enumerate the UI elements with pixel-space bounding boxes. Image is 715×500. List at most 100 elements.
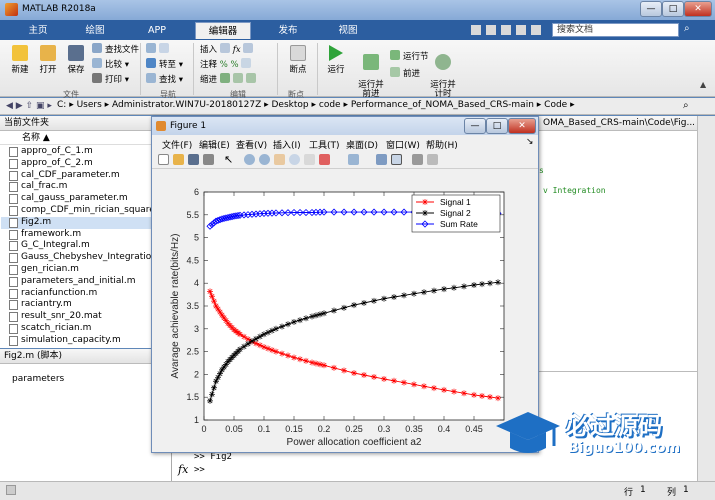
file-list-item[interactable]: Gauss_Chebyshev_Integration.m <box>1 252 171 264</box>
open-file-icon[interactable] <box>173 154 184 165</box>
menu-window[interactable]: 窗口(W) <box>386 138 420 151</box>
close-button[interactable]: ✕ <box>684 1 712 17</box>
menu-arrow-icon[interactable]: ↘ <box>526 137 534 147</box>
data-point <box>422 199 428 205</box>
search-documentation-input[interactable]: 搜索文档 <box>552 23 679 37</box>
minimize-button[interactable]: — <box>640 1 662 17</box>
file-list-item[interactable]: racianfunction.m <box>1 288 171 300</box>
file-list-item[interactable]: comp_CDF_min_rician_square.m <box>1 205 171 217</box>
up-folder-icon[interactable]: ⇧ <box>26 101 34 111</box>
insert-button[interactable]: 插入 fx <box>200 43 256 55</box>
print-button[interactable]: 打印 ▾ <box>92 73 129 85</box>
compare-button[interactable]: 比较 ▾ <box>92 58 129 70</box>
figure-maximize-button[interactable]: □ <box>486 118 508 134</box>
print-figure-icon[interactable] <box>203 154 214 165</box>
save-figure-icon[interactable] <box>188 154 199 165</box>
file-list-item[interactable]: cal_CDF_parameter.m <box>1 170 171 182</box>
fx-icon[interactable]: fx <box>233 45 241 55</box>
file-list-item[interactable]: cal_frac.m <box>1 181 171 193</box>
show-plot-tools-icon[interactable] <box>427 154 438 165</box>
cut-quick-icon[interactable] <box>485 25 496 35</box>
file-list-item[interactable]: Fig2.m <box>1 216 171 229</box>
run-button[interactable]: 运行 <box>322 45 350 75</box>
tab-editor[interactable]: 编辑器 <box>195 22 251 39</box>
path-segment[interactable]: code <box>319 100 341 110</box>
zoom-out-icon[interactable] <box>259 154 270 165</box>
brush-icon[interactable] <box>319 154 330 165</box>
undo-quick-icon[interactable] <box>530 25 541 35</box>
file-list-item[interactable]: parameters_and_initial.m <box>1 276 171 288</box>
data-cursor-icon[interactable] <box>304 154 315 165</box>
menu-file[interactable]: 文件(F) <box>162 138 192 151</box>
file-list-item[interactable]: framework.m <box>1 229 171 241</box>
tab-plots[interactable]: 绘图 <box>75 22 115 39</box>
zoom-in-icon[interactable] <box>244 154 255 165</box>
path-segment[interactable]: Performance_of_NOMA_Based_CRS-main <box>351 100 534 110</box>
current-folder-path[interactable]: C: ▸ Users ▸ Administrator.WIN7U-2018012… <box>57 100 575 110</box>
collapse-ribbon-icon[interactable]: ▲ <box>700 80 710 90</box>
paste-quick-icon[interactable] <box>515 25 526 35</box>
command-prompt[interactable]: >> <box>194 465 205 475</box>
new-button[interactable]: 新建 <box>6 45 34 75</box>
goto-button[interactable]: 转至 ▾ <box>146 58 183 70</box>
menu-help[interactable]: 帮助(H) <box>426 138 458 151</box>
tab-view[interactable]: 视图 <box>328 22 368 39</box>
path-segment[interactable]: Code <box>544 100 567 110</box>
browse-folder-icon[interactable]: ▣ <box>36 101 45 111</box>
file-list-item[interactable]: scatch_rician.m <box>1 323 171 335</box>
tab-apps[interactable]: APP <box>137 22 177 39</box>
run-section-button[interactable]: 运行节 <box>390 50 429 62</box>
comment-button[interactable]: 注释 % % <box>200 58 254 70</box>
link-plot-icon[interactable] <box>348 154 359 165</box>
file-list-item[interactable]: simulation_capacity.m <box>1 335 171 347</box>
copy-quick-icon[interactable] <box>500 25 511 35</box>
colorbar-icon[interactable] <box>376 154 387 165</box>
menu-edit[interactable]: 编辑(E) <box>199 138 230 151</box>
menu-desktop[interactable]: 桌面(D) <box>346 138 378 151</box>
back-icon[interactable]: ◀ <box>6 101 13 111</box>
advance-button[interactable]: 前进 <box>390 67 420 79</box>
path-segment[interactable]: C: <box>57 100 66 110</box>
breakpoints-button[interactable]: 断点 <box>284 45 312 75</box>
legend-icon[interactable] <box>391 154 402 165</box>
file-list-item[interactable]: G_C_Integral.m <box>1 240 171 252</box>
search-icon[interactable]: ⌕ <box>684 23 696 37</box>
file-list-item[interactable]: cal_gauss_parameter.m <box>1 193 171 205</box>
file-list-item[interactable]: appro_of_C_2.m <box>1 158 171 170</box>
indent-button[interactable]: 缩进 <box>200 73 259 85</box>
path-segment[interactable]: Users <box>77 100 102 110</box>
search-folder-icon[interactable]: ⌕ <box>683 100 689 111</box>
figure-close-button[interactable]: ✕ <box>508 118 536 134</box>
maximize-button[interactable]: □ <box>662 1 684 17</box>
forward-icon[interactable]: ▶ <box>16 101 23 111</box>
back-forward-button[interactable] <box>146 43 172 55</box>
file-list-item[interactable]: gen_rician.m <box>1 264 171 276</box>
find-button[interactable]: 查找 ▾ <box>146 73 183 85</box>
save-quick-icon[interactable] <box>471 25 481 35</box>
hide-plot-tools-icon[interactable] <box>412 154 423 165</box>
file-list-item[interactable]: result_snr_20.mat <box>1 311 171 323</box>
tab-home[interactable]: 主页 <box>18 22 58 39</box>
folder-open-icon <box>40 45 56 61</box>
path-segment[interactable]: Desktop <box>272 100 309 110</box>
file-list-item[interactable]: raciantry.m <box>1 299 171 311</box>
menu-insert[interactable]: 插入(I) <box>273 138 301 151</box>
pointer-icon[interactable]: ↖ <box>224 154 235 165</box>
fx-function-browser-icon[interactable]: fx <box>178 463 188 476</box>
data-point <box>361 372 367 379</box>
file-list-item[interactable]: appro_of_C_1.m <box>1 146 171 158</box>
tab-publish[interactable]: 发布 <box>268 22 308 39</box>
find-files-button[interactable]: 查找文件 <box>92 43 139 55</box>
pan-icon[interactable] <box>274 154 285 165</box>
menu-tools[interactable]: 工具(T) <box>309 138 340 151</box>
new-figure-icon[interactable] <box>158 154 169 165</box>
column-header-name[interactable]: 名称 ▲ <box>0 131 171 145</box>
rotate-icon[interactable] <box>289 154 300 165</box>
figure-plot-area[interactable]: 1 1.5 2 2.5 3 3.5 4 4.5 5 5.5 6 0 0.05 0.1 0.15 0.2 0.25… <box>152 170 538 452</box>
figure-window[interactable]: Figure 1 — □ ✕ 文件(F) 编辑(E) 查看(V) 插入(I) 工… <box>151 116 539 453</box>
menu-view[interactable]: 查看(V) <box>236 138 267 151</box>
save-button[interactable]: 保存 <box>62 45 90 75</box>
open-button[interactable]: 打开 <box>34 45 62 75</box>
figure-minimize-button[interactable]: — <box>464 118 486 134</box>
path-segment[interactable]: Administrator.WIN7U-20180127Z <box>112 100 261 110</box>
